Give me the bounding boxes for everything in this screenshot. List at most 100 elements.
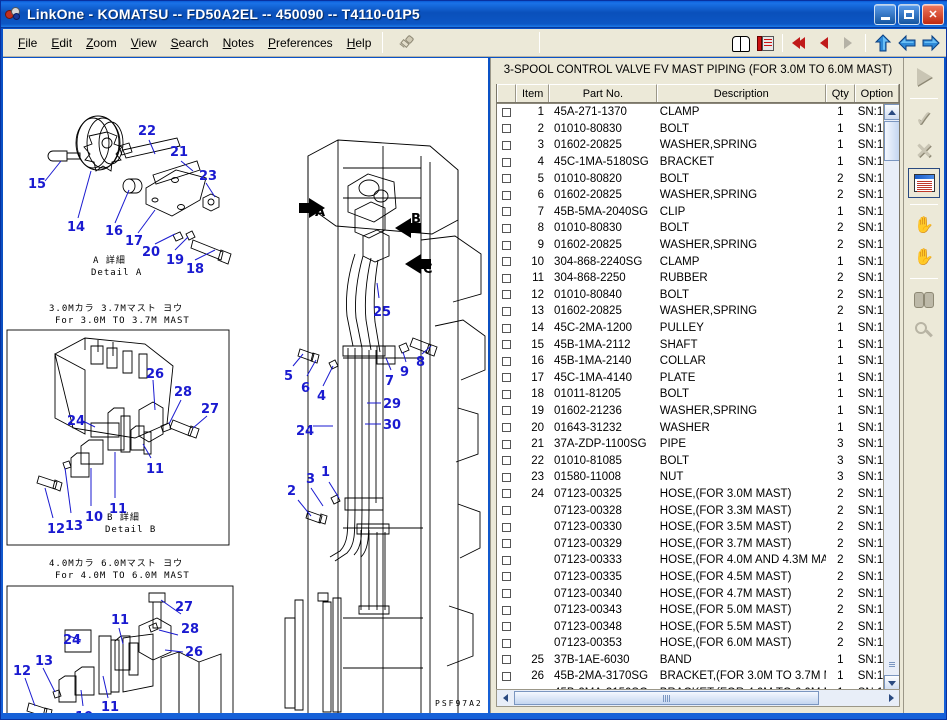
table-row[interactable]: 10 304-868-2240SG CLAMP 1 SN:13 — [497, 253, 899, 270]
row-checkbox[interactable] — [497, 140, 516, 150]
table-row[interactable]: 24 07123-00325 HOSE,(FOR 3.0M MAST) 2 SN:13 — [497, 486, 899, 503]
table-row[interactable]: 19 01602-21236 WASHER,SPRING 1 SN:13 — [497, 403, 899, 420]
back-icon[interactable] — [896, 32, 918, 54]
row-checkbox[interactable] — [497, 306, 516, 316]
table-row[interactable]: 7 45B-5MA-2040SG CLIP 1 SN:13 — [497, 204, 899, 221]
row-checkbox[interactable] — [497, 622, 516, 632]
table-row[interactable]: 5 01010-80820 BOLT 2 SN:13 — [497, 170, 899, 187]
row-checkbox[interactable] — [497, 638, 516, 648]
horizontal-scrollbar[interactable] — [496, 689, 900, 707]
row-checkbox[interactable] — [497, 423, 516, 433]
menu-zoom[interactable]: Zoom — [79, 33, 124, 53]
column-header-part-no[interactable]: Part No. — [549, 84, 657, 102]
column-header-description[interactable]: Description — [656, 84, 826, 102]
table-row[interactable]: 07123-00340 HOSE,(FOR 4.7M MAST) 2 SN:13 — [497, 585, 899, 602]
row-checkbox[interactable] — [497, 240, 516, 250]
table-row[interactable]: 07123-00330 HOSE,(FOR 3.5M MAST) 2 SN:13 — [497, 519, 899, 536]
table-row[interactable]: 3 01602-20825 WASHER,SPRING 1 SN:13 — [497, 137, 899, 154]
first-page-icon[interactable] — [789, 32, 811, 54]
column-header-item[interactable]: Item — [516, 84, 550, 102]
hotspot-link-alt-icon[interactable]: ✋ — [908, 242, 940, 272]
table-row[interactable]: 23 01580-11008 NUT 3 SN:13 — [497, 469, 899, 486]
table-row[interactable]: 07123-00343 HOSE,(FOR 5.0M MAST) 2 SN:13 — [497, 602, 899, 619]
menu-edit[interactable]: Edit — [44, 33, 79, 53]
minimize-button[interactable] — [874, 4, 896, 25]
scroll-up-button[interactable] — [884, 104, 899, 120]
table-row[interactable]: 14 45C-2MA-1200 PULLEY 1 SN:13 — [497, 320, 899, 337]
row-checkbox[interactable] — [497, 223, 516, 233]
vertical-scrollbar[interactable] — [883, 104, 899, 691]
row-checkbox[interactable] — [497, 489, 516, 499]
table-row[interactable]: 07123-00353 HOSE,(FOR 6.0M MAST) 2 SN:13 — [497, 635, 899, 652]
row-checkbox[interactable] — [497, 257, 516, 267]
table-row[interactable]: 6 01602-20825 WASHER,SPRING 2 SN:13 — [497, 187, 899, 204]
table-row[interactable]: 17 45C-1MA-4140 PLATE 1 SN:13 — [497, 370, 899, 387]
table-row[interactable]: 13 01602-20825 WASHER,SPRING 2 SN:13 — [497, 303, 899, 320]
table-row[interactable]: 25 37B-1AE-6030 BAND 1 SN:13 — [497, 652, 899, 669]
parts-grid-body[interactable]: 1 45A-271-1370 CLAMP 1 SN:13 2 01010-80830 BOLT… — [497, 103, 899, 691]
scroll-thumb-horizontal[interactable] — [514, 691, 819, 705]
run-icon[interactable] — [908, 62, 940, 92]
row-checkbox[interactable] — [497, 439, 516, 449]
pin-icon[interactable] — [397, 34, 415, 52]
row-checkbox[interactable] — [497, 323, 516, 333]
previous-page-icon[interactable] — [813, 32, 835, 54]
column-header-select[interactable] — [497, 84, 517, 102]
table-row[interactable]: 18 01011-81205 BOLT 1 SN:13 — [497, 386, 899, 403]
menu-file[interactable]: File — [11, 33, 44, 53]
binoculars-icon[interactable] — [908, 284, 940, 314]
table-row[interactable]: 15 45B-1MA-2112 SHAFT 1 SN:13 — [497, 336, 899, 353]
table-row[interactable]: 07123-00328 HOSE,(FOR 3.3M MAST) 2 SN:13 — [497, 502, 899, 519]
forward-icon[interactable] — [920, 32, 942, 54]
table-row[interactable]: 11 304-868-2250 RUBBER 2 SN:13 — [497, 270, 899, 287]
scroll-thumb-vertical[interactable] — [884, 121, 899, 161]
row-checkbox[interactable] — [497, 671, 516, 681]
table-row[interactable]: 16 45B-1MA-2140 COLLAR 1 SN:13 — [497, 353, 899, 370]
table-row[interactable]: 8 01010-80830 BOLT 2 SN:13 — [497, 220, 899, 237]
menu-search[interactable]: Search — [164, 33, 216, 53]
row-checkbox[interactable] — [497, 207, 516, 217]
table-row[interactable]: 9 01602-20825 WASHER,SPRING 2 SN:13 — [497, 237, 899, 254]
menu-notes[interactable]: Notes — [216, 33, 261, 53]
row-checkbox[interactable] — [497, 456, 516, 466]
table-row[interactable]: 07123-00335 HOSE,(FOR 4.5M MAST) 2 SN:13 — [497, 569, 899, 586]
hotspot-link-icon[interactable]: ✋ — [908, 210, 940, 240]
column-header-qty[interactable]: Qty — [825, 84, 855, 102]
row-checkbox[interactable] — [497, 472, 516, 482]
row-checkbox[interactable] — [497, 124, 516, 134]
table-row[interactable]: 07123-00329 HOSE,(FOR 3.7M MAST) 2 SN:13 — [497, 535, 899, 552]
row-checkbox[interactable] — [497, 572, 516, 582]
row-checkbox[interactable] — [497, 589, 516, 599]
column-header-option[interactable]: Option — [854, 84, 899, 102]
menu-view[interactable]: View — [124, 33, 164, 53]
scroll-left-button[interactable] — [497, 690, 513, 706]
menu-help[interactable]: Help — [340, 33, 379, 53]
row-checkbox[interactable] — [497, 174, 516, 184]
row-checkbox[interactable] — [497, 539, 516, 549]
row-checkbox[interactable] — [497, 555, 516, 565]
table-row[interactable]: 20 01643-31232 WASHER 1 SN:13 — [497, 419, 899, 436]
row-checkbox[interactable] — [497, 389, 516, 399]
parts-grid[interactable]: Item Part No. Description Qty Option 1 45… — [496, 84, 900, 692]
red-book-icon[interactable] — [754, 32, 776, 54]
row-checkbox[interactable] — [497, 522, 516, 532]
table-row[interactable]: 12 01010-80840 BOLT 2 SN:13 — [497, 287, 899, 304]
menu-preferences[interactable]: Preferences — [261, 33, 340, 53]
table-row[interactable]: 22 01010-81085 BOLT 3 SN:13 — [497, 452, 899, 469]
table-row[interactable]: 1 45A-271-1370 CLAMP 1 SN:13 — [497, 104, 899, 121]
row-checkbox[interactable] — [497, 655, 516, 665]
table-row[interactable]: 21 37A-ZDP-1100SG PIPE 3 SN:13 — [497, 436, 899, 453]
row-checkbox[interactable] — [497, 605, 516, 615]
row-checkbox[interactable] — [497, 190, 516, 200]
close-button[interactable]: ✕ — [922, 4, 944, 25]
row-checkbox[interactable] — [497, 340, 516, 350]
row-checkbox[interactable] — [497, 273, 516, 283]
row-checkbox[interactable] — [497, 107, 516, 117]
table-row[interactable]: 4 45C-1MA-5180SG BRACKET 1 SN:13 — [497, 154, 899, 171]
table-row[interactable]: 07123-00333 HOSE,(FOR 4.0M AND 4.3M MAST)… — [497, 552, 899, 569]
drawing-panel[interactable]: 22 21 23 15 14 16 17 20 19 18 A 詳細 Detai… — [3, 58, 488, 713]
table-row[interactable]: 07123-00348 HOSE,(FOR 5.5M MAST) 2 SN:13 — [497, 618, 899, 635]
up-level-icon[interactable] — [872, 32, 894, 54]
row-checkbox[interactable] — [497, 356, 516, 366]
row-checkbox[interactable] — [497, 506, 516, 516]
